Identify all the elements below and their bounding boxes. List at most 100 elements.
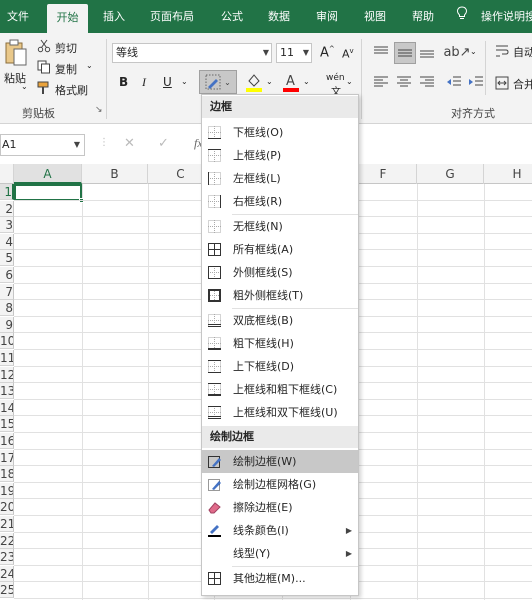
cancel-icon[interactable]: ✕ bbox=[124, 136, 135, 151]
orientation-icon[interactable]: ab↗ bbox=[443, 43, 470, 61]
phonetic-button[interactable]: wén bbox=[326, 73, 345, 83]
tab-data[interactable]: 数据 bbox=[259, 0, 299, 33]
borders-button[interactable]: ⌄ bbox=[199, 70, 237, 94]
menu-item-bottom-border[interactable]: 下框线(O) bbox=[202, 121, 358, 144]
align-top-icon[interactable] bbox=[372, 43, 390, 61]
grow-font-button[interactable]: A^ bbox=[320, 45, 335, 60]
menu-item-top-thick-bottom-border[interactable]: 上框线和粗下框线(C) bbox=[202, 378, 358, 401]
row-header[interactable]: 14 bbox=[0, 399, 14, 416]
decrease-indent-icon[interactable] bbox=[445, 75, 463, 89]
row-header[interactable]: 17 bbox=[0, 449, 14, 466]
paste-icon[interactable] bbox=[3, 39, 29, 67]
row-header[interactable]: 13 bbox=[0, 383, 14, 400]
row-header[interactable]: 6 bbox=[0, 267, 14, 283]
orientation-dropdown-icon[interactable]: ⌄ bbox=[470, 47, 477, 56]
phonetic-dropdown-icon[interactable]: ⌄ bbox=[346, 77, 353, 86]
column-header[interactable]: G bbox=[417, 164, 484, 184]
clipboard-launcher-icon[interactable]: ↘ bbox=[95, 105, 103, 115]
column-header[interactable]: A bbox=[14, 164, 82, 184]
row-header[interactable]: 9 bbox=[0, 316, 14, 333]
shrink-font-button[interactable]: Av bbox=[342, 47, 354, 61]
active-cell[interactable] bbox=[14, 184, 82, 201]
font-color-icon[interactable]: A bbox=[281, 71, 301, 93]
menu-item-outside-borders[interactable]: 外侧框线(S) bbox=[202, 261, 358, 284]
menu-item-thick-outside-borders[interactable]: 粗外侧框线(T) bbox=[202, 284, 358, 307]
column-header[interactable]: B bbox=[82, 164, 148, 184]
wrap-text-icon[interactable] bbox=[495, 44, 509, 58]
scissors-icon[interactable] bbox=[37, 39, 51, 53]
menu-item-draw-border[interactable]: 绘制边框(W) bbox=[202, 450, 358, 473]
align-bottom-icon[interactable] bbox=[418, 43, 436, 61]
row-header[interactable]: 12 bbox=[0, 366, 14, 383]
menu-item-erase-border[interactable]: 擦除边框(E) bbox=[202, 496, 358, 519]
paste-dropdown-icon[interactable]: ⌄ bbox=[21, 82, 28, 91]
copy-icon[interactable] bbox=[37, 60, 51, 74]
menu-item-top-bottom-border[interactable]: 上下框线(D) bbox=[202, 355, 358, 378]
merge-center-icon[interactable] bbox=[495, 76, 509, 90]
row-header[interactable]: 10 bbox=[0, 333, 14, 350]
row-header[interactable]: 23 bbox=[0, 549, 14, 566]
row-header[interactable]: 24 bbox=[0, 565, 14, 582]
column-header[interactable]: F bbox=[350, 164, 417, 184]
underline-dropdown-icon[interactable]: ⌄ bbox=[181, 77, 188, 86]
copy-button[interactable]: 复制 bbox=[55, 61, 77, 77]
menu-item-right-border[interactable]: 右框线(R) bbox=[202, 190, 358, 213]
align-center-icon[interactable] bbox=[395, 75, 413, 89]
format-painter-button[interactable]: 格式刷 bbox=[55, 82, 88, 98]
row-header[interactable]: 21 bbox=[0, 516, 14, 532]
row-header[interactable]: 19 bbox=[0, 482, 14, 499]
fill-color-dropdown-icon[interactable]: ⌄ bbox=[266, 77, 273, 86]
tab-help[interactable]: 帮助 bbox=[403, 0, 443, 33]
menu-item-thick-bottom-border[interactable]: 粗下框线(H) bbox=[202, 332, 358, 355]
align-right-icon[interactable] bbox=[418, 75, 436, 89]
format-painter-icon[interactable] bbox=[37, 81, 51, 95]
row-header[interactable]: 1 bbox=[0, 184, 14, 200]
menu-item-all-borders[interactable]: 所有框线(A) bbox=[202, 238, 358, 261]
row-header[interactable]: 20 bbox=[0, 499, 14, 516]
tab-page-layout[interactable]: 页面布局 bbox=[143, 0, 201, 33]
row-header[interactable]: 25 bbox=[0, 582, 14, 599]
merge-center-button[interactable]: 合并 bbox=[513, 76, 532, 92]
wrap-text-button[interactable]: 自动 bbox=[513, 44, 532, 60]
bold-button[interactable]: B bbox=[119, 75, 128, 89]
menu-item-draw-border-grid[interactable]: 绘制边框网格(G) bbox=[202, 473, 358, 496]
column-header[interactable]: H bbox=[484, 164, 532, 184]
row-header[interactable]: 16 bbox=[0, 433, 14, 449]
underline-button[interactable]: U bbox=[163, 75, 172, 89]
row-header[interactable]: 11 bbox=[0, 350, 14, 366]
font-size-combobox[interactable]: 11 ▼ bbox=[276, 43, 312, 63]
name-box[interactable]: A1 ▼ bbox=[0, 134, 85, 156]
menu-item-top-double-bottom-border[interactable]: 上框线和双下框线(U) bbox=[202, 401, 358, 424]
menu-item-no-border[interactable]: 无框线(N) bbox=[202, 215, 358, 238]
row-header[interactable]: 8 bbox=[0, 300, 14, 317]
row-header[interactable]: 22 bbox=[0, 532, 14, 549]
copy-dropdown-icon[interactable]: ⌄ bbox=[86, 61, 93, 70]
cut-button[interactable]: 剪切 bbox=[55, 40, 77, 56]
row-header[interactable]: 3 bbox=[0, 217, 14, 234]
row-header[interactable]: 7 bbox=[0, 283, 14, 300]
tab-formulas[interactable]: 公式 bbox=[212, 0, 252, 33]
menu-item-top-border[interactable]: 上框线(P) bbox=[202, 144, 358, 167]
select-all-corner[interactable] bbox=[0, 164, 14, 184]
row-header[interactable]: 2 bbox=[0, 200, 14, 217]
tab-insert[interactable]: 插入 bbox=[94, 0, 134, 33]
menu-item-left-border[interactable]: 左框线(L) bbox=[202, 167, 358, 190]
row-header[interactable]: 4 bbox=[0, 233, 14, 250]
tell-me-search[interactable]: 操作说明搜 bbox=[481, 0, 532, 33]
menu-item-more-borders[interactable]: 其他边框(M)... bbox=[202, 567, 358, 590]
lightbulb-icon[interactable] bbox=[455, 0, 469, 33]
tab-review[interactable]: 审阅 bbox=[307, 0, 347, 33]
row-header[interactable]: 5 bbox=[0, 250, 14, 267]
menu-item-line-color[interactable]: 线条颜色(I) ▶ bbox=[202, 519, 358, 542]
menu-item-line-style[interactable]: 线型(Y) ▶ bbox=[202, 542, 358, 565]
row-header[interactable]: 18 bbox=[0, 466, 14, 483]
tab-view[interactable]: 视图 bbox=[355, 0, 395, 33]
enter-icon[interactable]: ✓ bbox=[158, 136, 169, 151]
font-color-dropdown-icon[interactable]: ⌄ bbox=[303, 77, 310, 86]
menu-item-double-bottom-border[interactable]: 双底框线(B) bbox=[202, 309, 358, 332]
font-name-combobox[interactable]: 等线 ▼ bbox=[112, 43, 272, 63]
fill-color-icon[interactable] bbox=[244, 71, 264, 93]
tab-file[interactable]: 文件 bbox=[0, 0, 36, 33]
italic-button[interactable]: I bbox=[142, 75, 146, 90]
increase-indent-icon[interactable] bbox=[467, 75, 485, 89]
